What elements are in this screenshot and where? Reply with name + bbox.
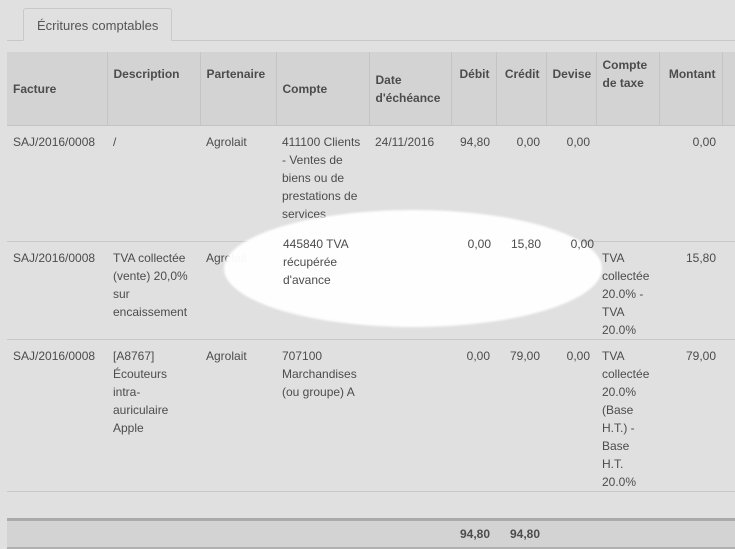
cell-devise-highlighted: 0,00 <box>570 237 594 251</box>
table-row[interactable]: SAJ/2016/0008 TVA collectée (vente) 20,0… <box>7 241 735 340</box>
cell-compte-taxe <box>596 125 659 242</box>
cell-devise: 0,00 <box>546 339 596 492</box>
col-header-date-echeance[interactable]: Date d'échéance <box>368 52 451 126</box>
cell-credit: 0,00 <box>496 125 546 242</box>
cell-debit: 0,00 <box>451 339 496 492</box>
cell-partenaire: Agrolait <box>200 241 276 340</box>
cell-montant: 0,00 <box>659 125 722 242</box>
cell-facture: SAJ/2016/0008 <box>7 241 107 340</box>
cell-description: [A8767] Écouteurs intra-auriculaire Appl… <box>107 339 200 492</box>
cell-credit: 79,00 <box>496 339 546 492</box>
col-header-debit[interactable]: Débit <box>450 52 496 126</box>
cell-compte-taxe: TVA collectée 20.0% - TVA 20.0% <box>596 241 659 340</box>
table-footer-totals: 94,80 94,80 <box>7 519 735 549</box>
cell-date-echeance <box>369 241 451 340</box>
cell-description: / <box>107 125 200 242</box>
cell-extra <box>722 241 735 340</box>
col-header-partenaire[interactable]: Partenaire <box>199 52 276 126</box>
col-header-devise[interactable]: Devise <box>545 52 596 126</box>
cell-partenaire: Agrolait <box>200 125 276 242</box>
col-header-compte-taxe[interactable]: Compte de taxe <box>595 52 659 126</box>
cell-extra <box>722 339 735 492</box>
cell-montant: 15,80 <box>659 241 722 340</box>
cell-date-echeance: 24/11/2016 <box>369 125 451 242</box>
cell-credit-highlighted: 15,80 <box>510 237 541 251</box>
cell-compte-highlighted: 445840 TVA récupérée d'avance <box>283 237 348 287</box>
cell-date-echeance <box>369 339 451 492</box>
cell-extra <box>722 125 735 242</box>
cell-debit-highlighted: 0,00 <box>467 237 491 251</box>
cell-compte-taxe: TVA collectée 20.0% (Base H.T.) - Base H… <box>596 339 659 492</box>
notebook-tabs: Écritures comptables <box>7 0 735 41</box>
cell-partenaire: Agrolait <box>200 339 276 492</box>
cell-compte: 411100 Clients - Ventes de biens ou de p… <box>276 125 369 242</box>
col-header-description[interactable]: Description <box>106 52 200 126</box>
table-row[interactable]: SAJ/2016/0008 / Agrolait 411100 Clients … <box>7 125 735 242</box>
cell-debit <box>451 241 496 340</box>
tab-ecritures-comptables[interactable]: Écritures comptables <box>23 8 173 41</box>
cell-facture: SAJ/2016/0008 <box>7 125 107 242</box>
total-credit: 94,80 <box>496 519 546 549</box>
table-header: Facture Description Partenaire Compte Da… <box>7 52 735 126</box>
journal-items-table: Facture Description Partenaire Compte Da… <box>7 52 735 549</box>
table-row[interactable]: SAJ/2016/0008 [A8767] Écouteurs intra-au… <box>7 339 735 492</box>
col-header-facture[interactable]: Facture <box>7 52 107 126</box>
cell-debit: 94,80 <box>451 125 496 242</box>
col-header-credit[interactable]: Crédit <box>495 52 546 126</box>
cell-facture: SAJ/2016/0008 <box>7 339 107 492</box>
col-header-montant[interactable]: Montant <box>658 52 722 126</box>
col-header-compte[interactable]: Compte <box>275 52 369 126</box>
total-debit: 94,80 <box>451 519 496 549</box>
cell-devise: 0,00 <box>546 125 596 242</box>
cell-compte: 707100 Marchandises (ou groupe) A <box>276 339 369 492</box>
cell-devise <box>546 241 596 340</box>
cell-description: TVA collectée (vente) 20,0% sur encaisse… <box>107 241 200 340</box>
empty-row <box>7 491 735 521</box>
cell-credit <box>496 241 546 340</box>
col-header-extra <box>721 52 735 126</box>
cell-montant: 79,00 <box>659 339 722 492</box>
